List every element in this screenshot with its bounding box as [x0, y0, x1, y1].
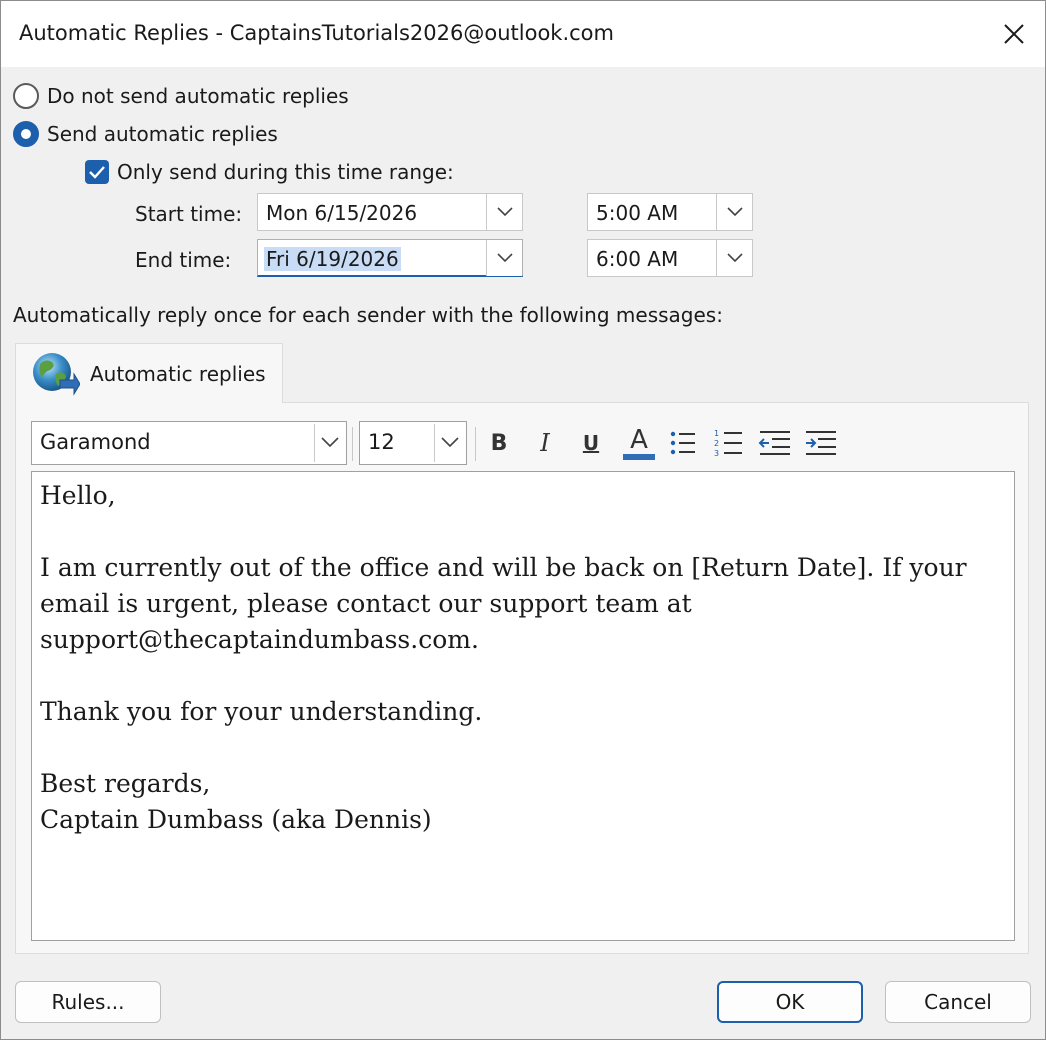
end-date-picker[interactable]: Fri 6/19/2026: [257, 239, 523, 277]
do-not-send-radio[interactable]: [13, 83, 39, 109]
window-title: Automatic Replies - CaptainsTutorials202…: [19, 21, 614, 45]
time-range-checkbox[interactable]: [85, 160, 109, 184]
start-time-value: 5:00 AM: [596, 201, 679, 225]
end-date-dropdown[interactable]: [486, 240, 522, 276]
svg-text:2: 2: [714, 439, 719, 448]
message-line: support@thecaptaindumbass.com.: [40, 625, 479, 654]
italic-button[interactable]: I: [525, 425, 565, 461]
increase-indent-icon: [806, 431, 836, 455]
end-time-picker[interactable]: 6:00 AM: [587, 239, 753, 277]
toolbar-separator: [352, 427, 353, 461]
font-family-value: Garamond: [40, 430, 151, 454]
tab-automatic-replies[interactable]: Automatic replies: [15, 343, 283, 403]
toolbar-separator: [475, 427, 476, 461]
bullet-list-icon: [670, 431, 695, 455]
decrease-indent-button[interactable]: [755, 425, 795, 461]
italic-icon: I: [540, 429, 550, 457]
tab-automatic-replies-label: Automatic replies: [90, 362, 266, 386]
chevron-down-icon: [321, 437, 339, 448]
end-date-value: Fri 6/19/2026: [264, 247, 401, 271]
start-time-label: Start time:: [135, 202, 243, 226]
end-time-dropdown[interactable]: [716, 240, 752, 276]
end-time-label: End time:: [135, 248, 232, 272]
message-line: I am currently out of the office and wil…: [40, 553, 967, 582]
message-signature: Captain Dumbass (aka Dennis): [40, 805, 432, 834]
start-time-picker[interactable]: 5:00 AM: [587, 193, 753, 231]
title-bar: Automatic Replies - CaptainsTutorials202…: [1, 1, 1045, 67]
bold-icon: B: [490, 430, 508, 456]
chevron-down-icon: [727, 207, 743, 217]
font-color-swatch: [623, 453, 655, 460]
chevron-down-icon: [497, 253, 513, 263]
ok-button[interactable]: OK: [717, 981, 863, 1023]
font-color-icon: A: [630, 424, 648, 455]
chevron-down-icon: [497, 207, 513, 217]
start-date-picker[interactable]: Mon 6/15/2026: [257, 193, 523, 231]
svg-text:1: 1: [714, 429, 719, 438]
message-closing: Best regards,: [40, 769, 211, 798]
font-family-dropdown[interactable]: [314, 424, 344, 462]
chevron-down-icon: [441, 437, 459, 448]
time-range-option[interactable]: Only send during this time range:: [85, 157, 454, 187]
bullet-list-button[interactable]: [663, 425, 703, 461]
font-color-button[interactable]: A: [619, 425, 659, 461]
decrease-indent-icon: [758, 431, 790, 455]
start-date-dropdown[interactable]: [486, 194, 522, 230]
cancel-button[interactable]: Cancel: [885, 981, 1031, 1023]
underline-button[interactable]: U: [571, 425, 611, 461]
message-line: email is urgent, please contact our supp…: [40, 589, 692, 618]
chevron-down-icon: [727, 253, 743, 263]
start-date-value: Mon 6/15/2026: [266, 201, 418, 225]
numbered-list-button[interactable]: 1 2 3: [709, 425, 749, 461]
bold-button[interactable]: B: [479, 425, 519, 461]
close-button[interactable]: [987, 11, 1041, 57]
checkmark-icon: [89, 166, 105, 179]
time-range-label: Only send during this time range:: [117, 160, 454, 184]
message-body: Hello, I am currently out of the office …: [40, 478, 1000, 838]
messages-section-label: Automatically reply once for each sender…: [13, 303, 723, 327]
font-size-select[interactable]: 12: [359, 421, 467, 465]
message-thanks: Thank you for your understanding.: [40, 697, 483, 726]
globe-reply-icon: [33, 353, 80, 396]
message-editor[interactable]: Hello, I am currently out of the office …: [31, 471, 1015, 941]
do-not-send-option[interactable]: Do not send automatic replies: [13, 81, 349, 111]
message-greeting: Hello,: [40, 481, 116, 510]
send-replies-radio[interactable]: [13, 121, 39, 147]
do-not-send-label: Do not send automatic replies: [47, 84, 349, 108]
font-family-select[interactable]: Garamond: [31, 421, 347, 465]
automatic-replies-dialog: Automatic Replies - CaptainsTutorials202…: [0, 0, 1046, 1040]
send-replies-label: Send automatic replies: [47, 122, 278, 146]
font-size-value: 12: [368, 430, 395, 454]
start-time-dropdown[interactable]: [716, 194, 752, 230]
rules-button[interactable]: Rules...: [15, 981, 161, 1023]
end-time-value: 6:00 AM: [596, 247, 679, 271]
increase-indent-button[interactable]: [801, 425, 841, 461]
send-replies-option[interactable]: Send automatic replies: [13, 119, 278, 149]
underline-icon: U: [582, 431, 600, 455]
close-icon: [1004, 24, 1024, 44]
svg-text:3: 3: [714, 449, 719, 458]
font-size-dropdown[interactable]: [434, 424, 464, 462]
numbered-list-icon: 1 2 3: [714, 429, 742, 458]
